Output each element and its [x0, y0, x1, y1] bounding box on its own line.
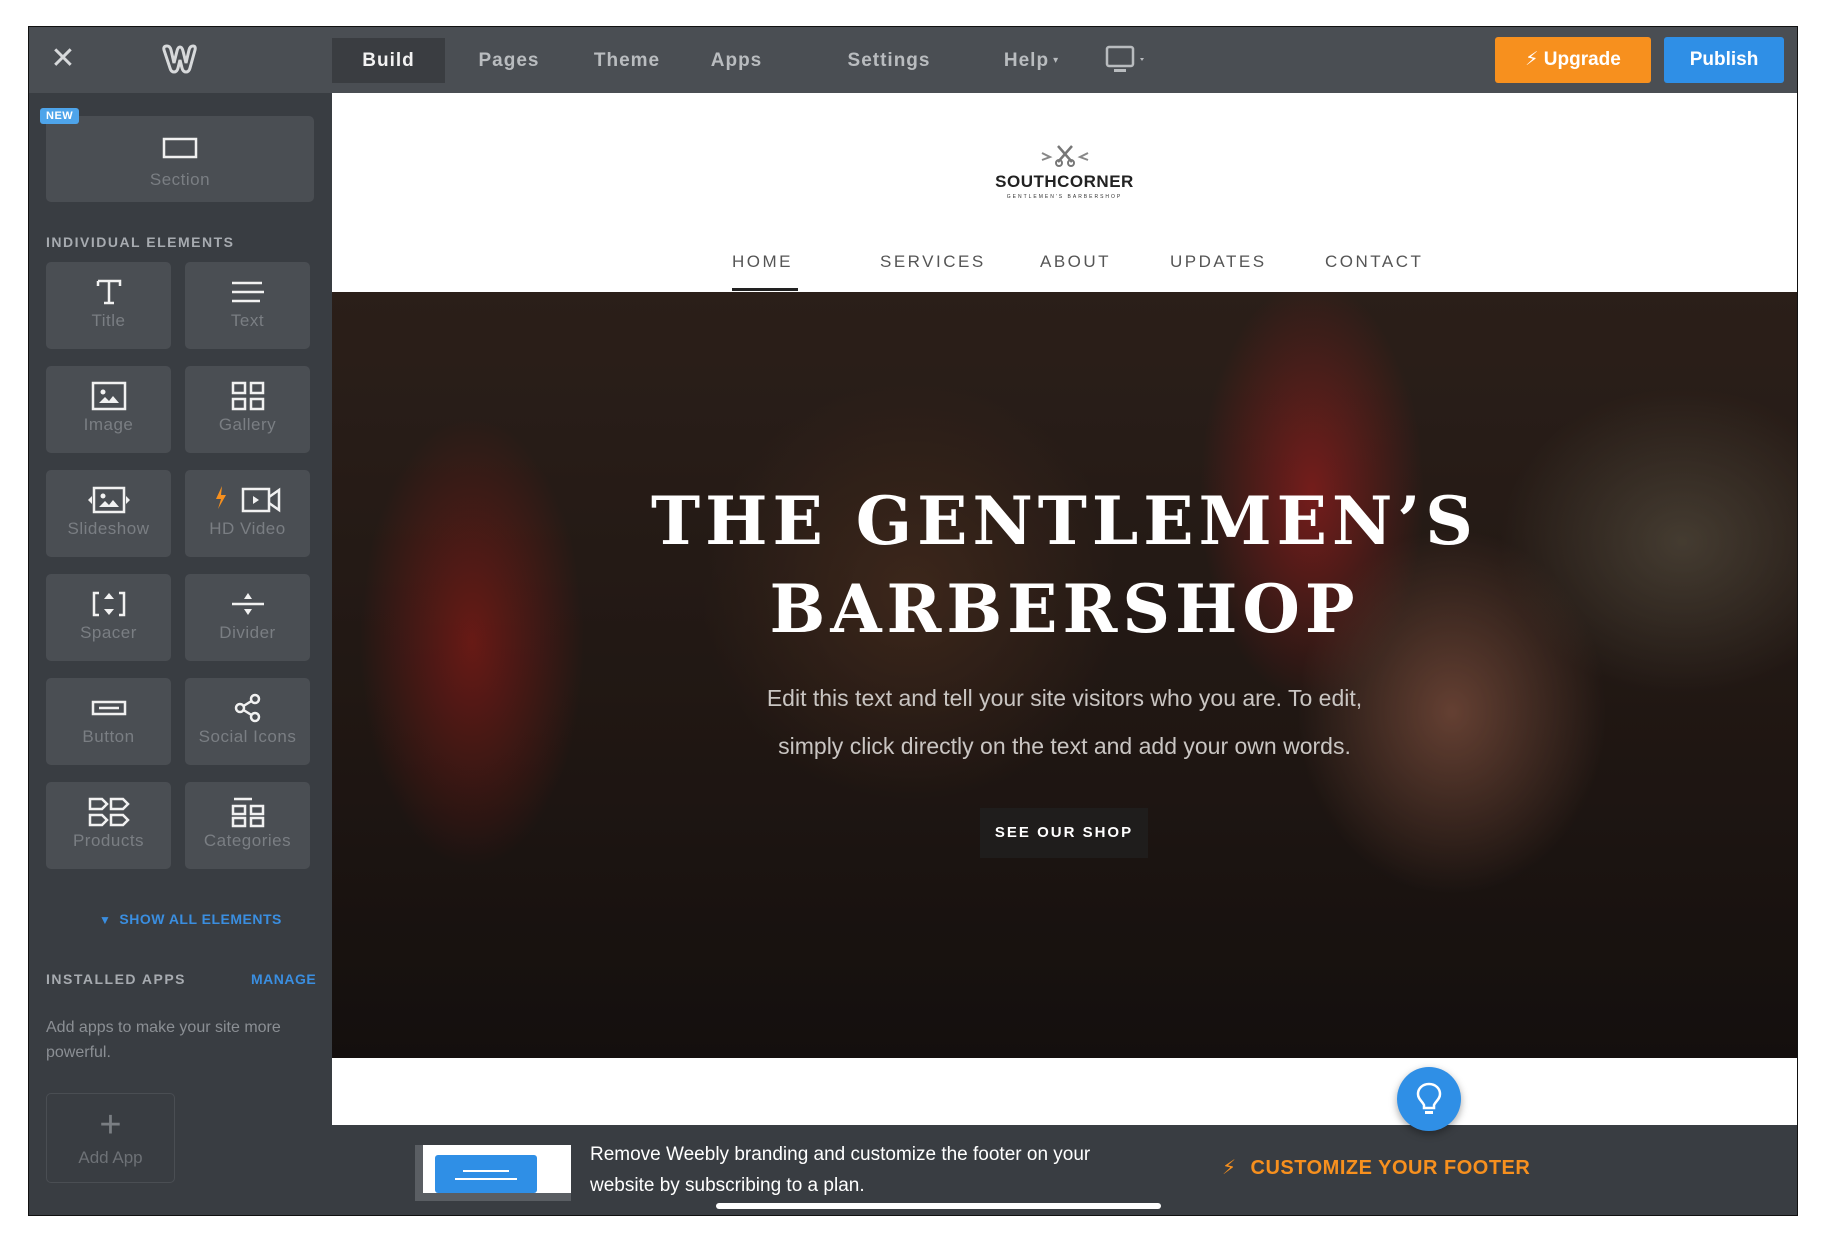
divider-icon [185, 586, 310, 622]
element-products[interactable]: Products [46, 782, 171, 869]
caret-down-icon: ▼ [99, 913, 112, 927]
brand-tagline: GENTLEMEN'S BARBERSHOP [1006, 194, 1123, 200]
title-icon [46, 274, 171, 310]
plus-icon: + [99, 1104, 122, 1146]
tab-build[interactable]: Build [332, 38, 445, 83]
apps-description: Add apps to make your site more powerful… [46, 1019, 281, 1061]
nav-home[interactable]: HOME [732, 252, 793, 272]
see-our-shop-button[interactable]: SEE OUR SHOP [980, 808, 1148, 858]
tab-pages[interactable]: Pages [459, 38, 559, 83]
add-app-button[interactable]: + Add App [46, 1093, 175, 1183]
site-header: SOUTHCORNER GENTLEMEN'S BARBERSHOP [332, 93, 1797, 237]
scissors-icon [1041, 145, 1088, 167]
element-image[interactable]: Image [46, 366, 171, 453]
elements-sidebar: NEW Section INDIVIDUAL ELEMENTS Title Te… [29, 93, 332, 1215]
categories-icon [185, 794, 310, 830]
customize-footer-link[interactable]: ⚡ CUSTOMIZE YOUR FOOTER [1222, 1155, 1530, 1180]
upgrade-button[interactable]: ⚡ Upgrade [1495, 37, 1651, 83]
footer-preview-thumbnail [415, 1145, 571, 1201]
footer-message: Remove Weebly branding and customize the… [590, 1144, 1091, 1196]
show-all-elements-link[interactable]: ▼ SHOW ALL ELEMENTS [99, 911, 282, 927]
hero-title[interactable]: THE GENTLEMEN’S BARBERSHOP [332, 477, 1797, 653]
hero-text[interactable]: Edit this text and tell your site visito… [332, 674, 1797, 770]
tab-theme[interactable]: Theme [577, 38, 677, 83]
tab-apps[interactable]: Apps [694, 38, 779, 83]
hero-section[interactable]: THE GENTLEMEN’S BARBERSHOP Edit this tex… [332, 292, 1797, 1058]
horizontal-scrollbar[interactable] [716, 1203, 1161, 1209]
installed-apps-heading: INSTALLED APPS [46, 971, 187, 987]
weebly-logo-icon [162, 44, 197, 74]
lightbulb-icon [1416, 1082, 1442, 1114]
video-icon [185, 482, 310, 518]
element-section[interactable]: Section [46, 116, 314, 202]
spacer-icon [46, 586, 171, 622]
element-hd-video[interactable]: HD Video [185, 470, 310, 557]
lightning-icon: ⚡ [1525, 49, 1539, 70]
nav-services[interactable]: SERVICES [880, 252, 986, 272]
section-icon [46, 130, 314, 166]
site-nav: HOME SERVICES ABOUT UPDATES CONTACT [332, 236, 1797, 292]
text-icon [185, 274, 310, 310]
site-canvas: SOUTHCORNER GENTLEMEN'S BARBERSHOP HOME … [332, 93, 1797, 1215]
element-social-icons[interactable]: Social Icons [185, 678, 310, 765]
active-nav-indicator [732, 288, 798, 291]
element-spacer[interactable]: Spacer [46, 574, 171, 661]
lightning-icon: ⚡ [1222, 1157, 1237, 1179]
footer-upgrade-banner: Remove Weebly branding and customize the… [332, 1125, 1797, 1215]
desktop-view-icon[interactable] [1104, 44, 1154, 76]
tab-help[interactable]: Help ▾ [984, 38, 1079, 83]
gallery-icon [185, 378, 310, 414]
element-gallery[interactable]: Gallery [185, 366, 310, 453]
caret-down-icon: ▾ [1053, 55, 1060, 67]
element-text[interactable]: Text [185, 262, 310, 349]
manage-apps-link[interactable]: MANAGE [251, 971, 316, 987]
share-icon [185, 690, 310, 726]
brand-name: SOUTHCORNER [995, 172, 1134, 191]
nav-updates[interactable]: UPDATES [1170, 252, 1267, 272]
nav-contact[interactable]: CONTACT [1325, 252, 1423, 272]
element-divider[interactable]: Divider [185, 574, 310, 661]
element-button[interactable]: Button [46, 678, 171, 765]
element-title[interactable]: Title [46, 262, 171, 349]
site-logo[interactable]: SOUTHCORNER GENTLEMEN'S BARBERSHOP [332, 143, 1797, 200]
individual-elements-heading: INDIVIDUAL ELEMENTS [46, 234, 235, 250]
slideshow-icon [46, 482, 171, 518]
close-icon[interactable]: ✕ [47, 43, 79, 75]
help-tips-button[interactable] [1397, 1067, 1461, 1131]
publish-button[interactable]: Publish [1664, 37, 1784, 83]
new-badge: NEW [40, 108, 80, 124]
products-icon [46, 794, 171, 830]
top-bar: ✕ Build Pages Theme Apps Settings Help ▾ … [29, 27, 1797, 93]
element-categories[interactable]: Categories [185, 782, 310, 869]
tab-settings[interactable]: Settings [829, 38, 949, 83]
element-slideshow[interactable]: Slideshow [46, 470, 171, 557]
button-icon [46, 690, 171, 726]
image-icon [46, 378, 171, 414]
nav-about[interactable]: ABOUT [1040, 252, 1111, 272]
editor-window: ✕ Build Pages Theme Apps Settings Help ▾ … [28, 26, 1798, 1216]
